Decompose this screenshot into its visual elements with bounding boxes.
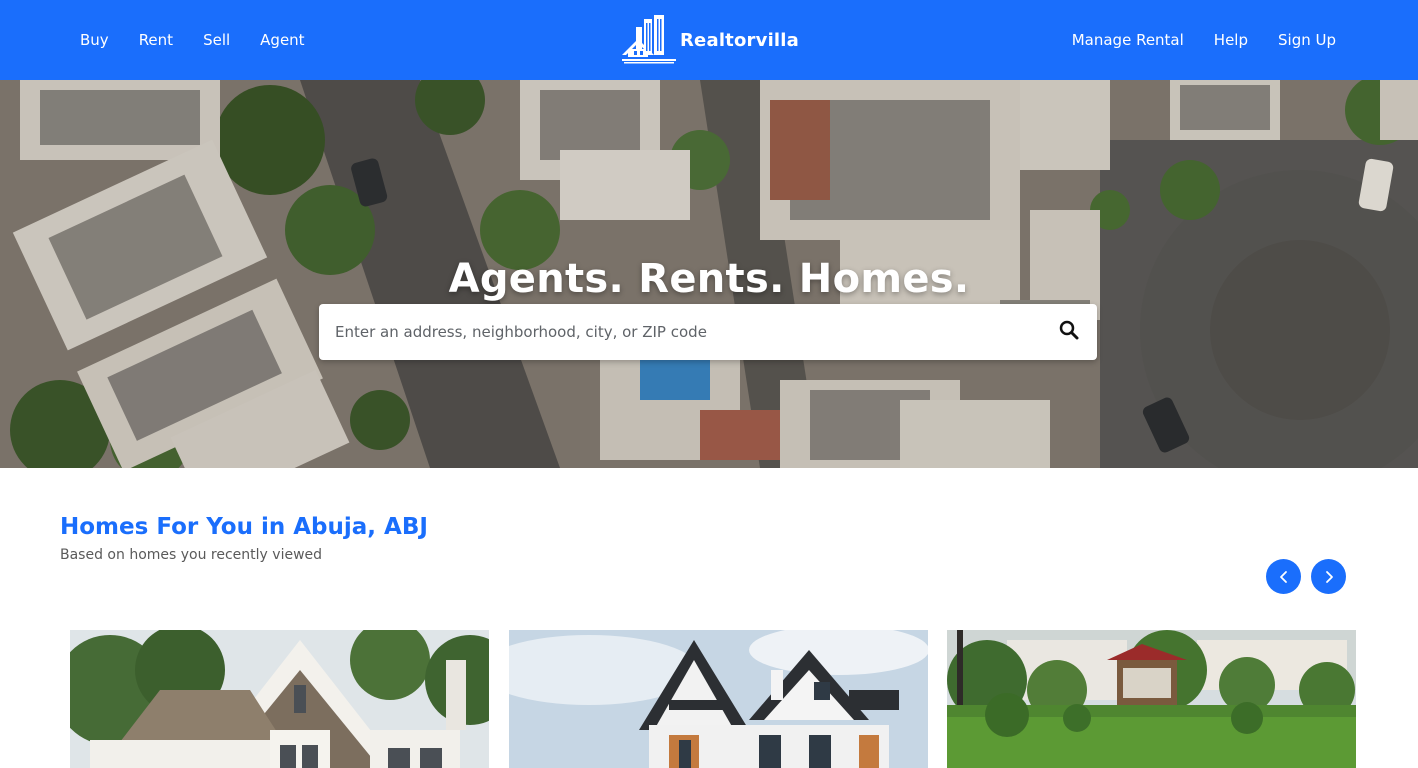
home-photo: [70, 630, 489, 768]
nav-buy-link[interactable]: Buy: [80, 31, 109, 49]
brand-name: Realtorvilla: [680, 29, 800, 51]
home-photo: [947, 630, 1356, 768]
nav-rent-link[interactable]: Rent: [139, 31, 173, 49]
home-card[interactable]: [70, 630, 489, 768]
primary-nav: Buy Rent Sell Agent: [80, 0, 305, 80]
carousel-prev-button[interactable]: [1266, 559, 1301, 594]
home-card[interactable]: [509, 630, 928, 768]
nav-sign-up-link[interactable]: Sign Up: [1278, 31, 1336, 49]
section-subtitle: Based on homes you recently viewed: [60, 547, 323, 563]
section-title: Homes For You in Abuja, ABJ: [60, 514, 428, 540]
nav-manage-rental-link[interactable]: Manage Rental: [1072, 31, 1184, 49]
search-button[interactable]: [1059, 320, 1083, 344]
chevron-left-icon: [1279, 570, 1287, 583]
chevron-right-icon: [1325, 570, 1333, 583]
building-logo-icon: [622, 15, 676, 64]
nav-sell-link[interactable]: Sell: [203, 31, 230, 49]
top-navbar: Buy Rent Sell Agent Realtorvilla Manage …: [0, 0, 1418, 80]
nav-agent-link[interactable]: Agent: [260, 31, 304, 49]
home-photo: [509, 630, 928, 768]
search-icon: [1059, 320, 1079, 340]
home-card[interactable]: [947, 630, 1356, 768]
hero-banner: Agents. Rents. Homes.: [0, 80, 1418, 468]
location-search-box: [319, 304, 1097, 360]
carousel-next-button[interactable]: [1311, 559, 1346, 594]
location-search-input[interactable]: [319, 304, 1039, 360]
account-nav: Manage Rental Help Sign Up: [1072, 0, 1336, 80]
brand-logo[interactable]: Realtorvilla: [622, 14, 799, 66]
nav-help-link[interactable]: Help: [1214, 31, 1248, 49]
hero-title: Agents. Rents. Homes.: [448, 256, 970, 302]
